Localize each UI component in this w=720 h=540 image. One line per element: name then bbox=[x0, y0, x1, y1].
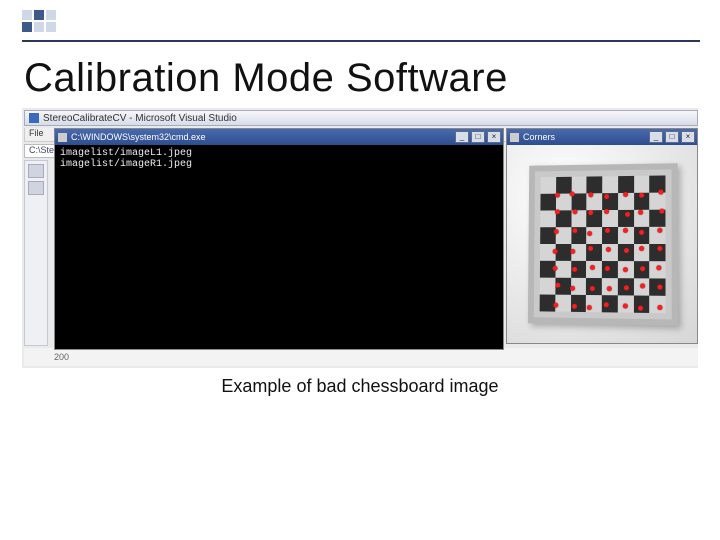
chess-square bbox=[540, 210, 555, 227]
minimize-button[interactable]: _ bbox=[649, 131, 663, 143]
corner-decoration bbox=[22, 10, 56, 32]
chess-square bbox=[555, 261, 571, 278]
gutter-icon[interactable] bbox=[28, 181, 44, 195]
screenshot-region: StereoCalibrateCV - Microsoft Visual Stu… bbox=[22, 108, 698, 368]
chess-square bbox=[586, 261, 602, 278]
cmd-output[interactable]: imagelist/imageL1.jpeg imagelist/imageR1… bbox=[55, 145, 503, 349]
chess-square bbox=[618, 176, 634, 193]
maximize-button[interactable]: □ bbox=[471, 131, 485, 143]
detected-corner-dot bbox=[553, 302, 558, 307]
detected-corner-dot bbox=[604, 194, 609, 199]
ide-statusbar: 200 bbox=[24, 348, 698, 366]
chess-square bbox=[541, 177, 556, 194]
menu-file[interactable]: File bbox=[29, 128, 44, 138]
detected-corner-dot bbox=[570, 249, 575, 254]
detected-corner-dot bbox=[553, 265, 558, 270]
detected-corner-dot bbox=[555, 193, 560, 198]
chess-square bbox=[556, 177, 571, 194]
detected-corner-dot bbox=[639, 246, 644, 251]
chessboard-target bbox=[528, 163, 678, 325]
detected-corner-dot bbox=[622, 267, 627, 272]
horizontal-rule bbox=[22, 40, 700, 42]
chess-square bbox=[540, 278, 555, 295]
caption-text: Example of bad chessboard image bbox=[0, 376, 720, 397]
detected-corner-dot bbox=[555, 283, 560, 288]
slide-title: Calibration Mode Software bbox=[24, 56, 508, 101]
detected-corner-dot bbox=[623, 192, 628, 197]
chess-square bbox=[649, 193, 665, 210]
cmd-titlebar[interactable]: C:\WINDOWS\system32\cmd.exe _ □ × bbox=[55, 129, 503, 145]
detected-corner-dot bbox=[572, 304, 577, 309]
chess-square bbox=[540, 194, 555, 211]
close-button[interactable]: × bbox=[487, 131, 501, 143]
detected-corner-dot bbox=[639, 230, 644, 235]
chess-square bbox=[602, 176, 618, 193]
detected-corner-dot bbox=[570, 285, 575, 290]
chess-square bbox=[555, 244, 571, 261]
corners-title: Corners bbox=[523, 132, 555, 142]
close-button[interactable]: × bbox=[681, 131, 695, 143]
detected-corner-dot bbox=[572, 228, 577, 233]
detected-corner-dot bbox=[606, 247, 611, 252]
detected-corner-dot bbox=[657, 246, 662, 251]
slide: Calibration Mode Software StereoCalibrat… bbox=[0, 0, 720, 540]
detected-corner-dot bbox=[572, 209, 577, 214]
cmd-icon bbox=[58, 133, 67, 142]
ide-titlebar: StereoCalibrateCV - Microsoft Visual Stu… bbox=[24, 110, 698, 126]
chess-square bbox=[540, 227, 555, 244]
detected-corner-dot bbox=[624, 248, 629, 253]
corners-titlebar[interactable]: Corners _ □ × bbox=[507, 129, 697, 145]
detected-corner-dot bbox=[572, 266, 577, 271]
detected-corner-dot bbox=[657, 284, 662, 289]
detected-corner-dot bbox=[624, 285, 629, 290]
detected-corner-dot bbox=[625, 212, 630, 217]
ide-title: StereoCalibrateCV - Microsoft Visual Stu… bbox=[43, 113, 237, 124]
gutter-icon[interactable] bbox=[28, 164, 44, 178]
cmd-title: C:\WINDOWS\system32\cmd.exe bbox=[71, 132, 206, 142]
calibration-image-view bbox=[507, 145, 697, 343]
cmd-window[interactable]: C:\WINDOWS\system32\cmd.exe _ □ × imagel… bbox=[54, 128, 504, 350]
corners-window[interactable]: Corners _ □ × bbox=[506, 128, 698, 344]
ide-left-gutter bbox=[24, 160, 48, 346]
minimize-button[interactable]: _ bbox=[455, 131, 469, 143]
detected-corner-dot bbox=[640, 266, 645, 271]
vs-icon bbox=[29, 113, 39, 123]
detected-corner-dot bbox=[623, 303, 628, 308]
detected-corner-dot bbox=[640, 283, 645, 288]
image-icon bbox=[510, 133, 519, 142]
ide-status-text: 200 bbox=[54, 352, 69, 362]
detected-corner-dot bbox=[587, 231, 592, 236]
chess-square bbox=[634, 176, 650, 193]
detected-corner-dot bbox=[604, 209, 609, 214]
chess-square bbox=[587, 176, 603, 193]
maximize-button[interactable]: □ bbox=[665, 131, 679, 143]
